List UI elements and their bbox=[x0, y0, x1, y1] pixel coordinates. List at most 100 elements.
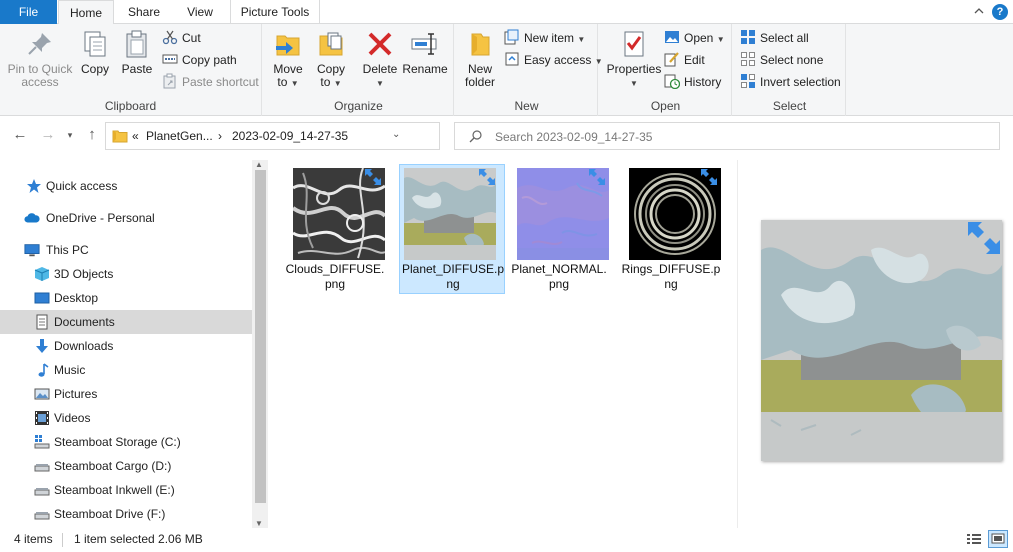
move-to-button[interactable]: Move to ▼ bbox=[268, 28, 308, 90]
history-label: History bbox=[684, 75, 722, 89]
properties-icon bbox=[618, 28, 650, 60]
file-item-rings-diffuse[interactable]: Rings_DIFFUSE.p ng bbox=[618, 164, 724, 294]
invert-selection-label: Invert selection bbox=[760, 75, 841, 89]
sidebar-item-label: Documents bbox=[54, 315, 115, 329]
music-note-icon bbox=[38, 363, 49, 377]
collapse-ribbon-icon[interactable] bbox=[972, 4, 986, 18]
search-input[interactable]: Search 2023-02-09_14-27-35 bbox=[495, 130, 652, 144]
file-item-planet-normal[interactable]: Planet_NORMAL. png bbox=[506, 164, 612, 294]
easy-access-button[interactable]: Easy access ▼ bbox=[504, 50, 603, 70]
status-bar: 4 items 1 item selected 2.06 MB bbox=[0, 528, 1013, 552]
sidebar-item-music[interactable]: Music bbox=[0, 358, 252, 382]
open-group: Properties ▼ Open ▼ Edit History Open bbox=[600, 24, 732, 116]
up-arrow-icon[interactable]: ↑ bbox=[82, 125, 102, 145]
history-button[interactable]: History bbox=[664, 72, 721, 92]
breadcrumb-planetgen[interactable]: PlanetGen... bbox=[146, 129, 213, 143]
sidebar-item-videos[interactable]: Videos bbox=[0, 406, 252, 430]
address-row: ← → ▾ ↑ « PlanetGen... › 2023-02-09_14-2… bbox=[0, 117, 1013, 155]
paste-shortcut-label: Paste shortcut bbox=[182, 75, 259, 89]
file-item-clouds-diffuse[interactable]: Clouds_DIFFUSE. png bbox=[282, 164, 388, 294]
file-name: Clouds_DIFFUSE. png bbox=[285, 262, 385, 291]
sidebar-item-drive-e[interactable]: Steamboat Inkwell (E:) bbox=[0, 478, 252, 502]
delete-label: Delete bbox=[362, 62, 398, 76]
paste-button[interactable]: Paste bbox=[118, 28, 156, 76]
forward-arrow-icon[interactable]: → bbox=[38, 125, 58, 145]
properties-button[interactable]: Properties ▼ bbox=[604, 28, 664, 90]
select-all-button[interactable]: Select all bbox=[740, 28, 809, 48]
new-folder-button[interactable]: New folder bbox=[460, 28, 500, 89]
tab-picture-tools[interactable]: Picture Tools bbox=[230, 0, 320, 24]
file-item-planet-diffuse[interactable]: Planet_DIFFUSE.p ng bbox=[399, 164, 505, 294]
copy-button[interactable]: Copy bbox=[76, 28, 114, 76]
recent-locations-chevron-icon[interactable]: ▾ bbox=[60, 125, 80, 145]
sidebar-item-label: This PC bbox=[46, 243, 89, 257]
move-to-icon bbox=[272, 28, 304, 60]
edit-button[interactable]: Edit bbox=[664, 50, 705, 70]
sidebar-item-this-pc[interactable]: This PC bbox=[0, 238, 252, 262]
details-view-button[interactable] bbox=[964, 530, 984, 548]
tab-file[interactable]: File bbox=[0, 0, 57, 24]
new-folder-label-line2: folder bbox=[464, 75, 496, 89]
tab-view[interactable]: View bbox=[172, 0, 228, 24]
delete-button[interactable]: Delete ▼ bbox=[360, 28, 400, 90]
sidebar-item-drive-d[interactable]: Steamboat Cargo (D:) bbox=[0, 454, 252, 478]
copy-to-label-line2: to bbox=[320, 75, 331, 89]
search-box[interactable]: Search 2023-02-09_14-27-35 bbox=[454, 122, 1000, 150]
navigation-pane: Quick access OneDrive - Personal This PC… bbox=[0, 160, 268, 528]
chevron-down-icon: ▼ bbox=[716, 35, 725, 44]
copy-label: Copy bbox=[80, 62, 109, 76]
open-button[interactable]: Open ▼ bbox=[664, 28, 725, 48]
move-to-label-line2: to bbox=[277, 75, 288, 89]
document-icon bbox=[36, 314, 48, 330]
copy-to-button[interactable]: Copy to ▼ bbox=[311, 28, 351, 90]
sidebar-item-quick-access[interactable]: Quick access bbox=[0, 174, 252, 198]
invert-selection-button[interactable]: Invert selection bbox=[740, 72, 841, 92]
tab-home[interactable]: Home bbox=[58, 0, 114, 25]
new-folder-icon bbox=[464, 28, 496, 60]
rename-button[interactable]: Rename bbox=[402, 28, 448, 76]
sidebar-item-desktop[interactable]: Desktop bbox=[0, 286, 252, 310]
rename-icon bbox=[409, 28, 441, 60]
selection-info: 1 item selected 2.06 MB bbox=[74, 532, 203, 546]
paste-shortcut-button[interactable]: Paste shortcut bbox=[162, 72, 259, 92]
large-icons-view-icon bbox=[991, 533, 1005, 544]
sidebar-item-drive-f[interactable]: Steamboat Drive (F:) bbox=[0, 502, 252, 526]
cut-button[interactable]: Cut bbox=[162, 28, 201, 48]
scroll-down-arrow-icon[interactable]: ▼ bbox=[255, 519, 263, 528]
new-group-label: New bbox=[514, 99, 539, 113]
pin-to-quick-access-button[interactable]: Pin to Quick access bbox=[6, 28, 74, 89]
sync-arrows-icon bbox=[968, 222, 1000, 254]
film-strip-icon bbox=[35, 411, 49, 425]
address-overflow[interactable]: « bbox=[132, 129, 139, 143]
tab-share[interactable]: Share bbox=[116, 0, 172, 24]
back-arrow-icon[interactable]: ← bbox=[10, 125, 30, 145]
address-bar[interactable]: « PlanetGen... › 2023-02-09_14-27-35 ⌄ ↻ bbox=[105, 122, 538, 150]
item-count: 4 items bbox=[14, 532, 53, 546]
new-item-label: New item bbox=[524, 31, 575, 45]
sidebar-item-drive-c[interactable]: Steamboat Storage (C:) bbox=[0, 430, 252, 454]
sidebar-item-onedrive[interactable]: OneDrive - Personal bbox=[0, 206, 252, 230]
drive-icon bbox=[34, 488, 50, 496]
select-none-button[interactable]: Select none bbox=[740, 50, 823, 70]
edit-icon bbox=[664, 51, 680, 67]
invert-selection-icon bbox=[740, 73, 756, 89]
large-icons-view-button[interactable] bbox=[988, 530, 1008, 548]
sidebar-item-downloads[interactable]: Downloads bbox=[0, 334, 252, 358]
scroll-up-arrow-icon[interactable]: ▲ bbox=[255, 160, 263, 169]
sidebar-item-pictures[interactable]: Pictures bbox=[0, 382, 252, 406]
sidebar-item-documents[interactable]: Documents bbox=[0, 310, 252, 334]
scrollbar-thumb[interactable] bbox=[255, 170, 266, 503]
sidebar-item-3d-objects[interactable]: 3D Objects bbox=[0, 262, 252, 286]
sidebar-item-label: Desktop bbox=[54, 291, 99, 305]
chevron-down-icon: ▼ bbox=[577, 35, 586, 44]
copy-path-button[interactable]: Copy path bbox=[162, 50, 237, 70]
star-icon bbox=[27, 179, 41, 193]
breadcrumb-current-folder[interactable]: 2023-02-09_14-27-35 bbox=[232, 129, 348, 143]
address-dropdown-chevron-icon[interactable]: ⌄ bbox=[392, 129, 400, 140]
help-icon[interactable]: ? bbox=[992, 4, 1008, 20]
breadcrumb-separator[interactable]: › bbox=[218, 129, 222, 143]
select-group: Select all Select none Invert selection … bbox=[734, 24, 846, 116]
cube-icon bbox=[34, 267, 50, 281]
sidebar-scrollbar[interactable]: ▲ ▼ bbox=[252, 160, 268, 528]
new-item-button[interactable]: New item ▼ bbox=[504, 28, 585, 48]
